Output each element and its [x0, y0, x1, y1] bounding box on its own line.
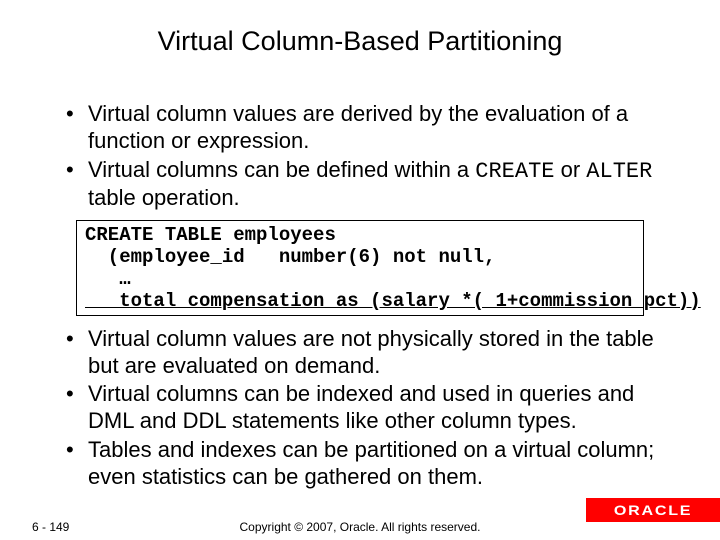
slide: Virtual Column-Based Partitioning Virtua… [0, 0, 720, 540]
bullets-top: Virtual column values are derived by the… [40, 101, 680, 212]
copyright-text: Copyright © 2007, Oracle. All rights res… [0, 520, 720, 534]
bullet-item: Virtual column values are not physically… [66, 326, 680, 380]
slide-footer: ORACLE 6 - 149 Copyright © 2007, Oracle.… [0, 506, 720, 540]
slide-content: Virtual column values are derived by the… [0, 67, 720, 491]
bullet-item: Virtual columns can be indexed and used … [66, 381, 680, 435]
bullet-text: Virtual column values are derived by the… [88, 101, 628, 153]
bullet-item: Virtual column values are derived by the… [66, 101, 680, 155]
bullet-item: Tables and indexes can be partitioned on… [66, 437, 680, 491]
bullet-text: Virtual columns can be indexed and used … [88, 381, 634, 433]
code-block: CREATE TABLE employees (employee_id numb… [76, 220, 644, 315]
slide-title: Virtual Column-Based Partitioning [0, 0, 720, 67]
bullet-text: Tables and indexes can be partitioned on… [88, 437, 654, 489]
inline-code: CREATE [475, 159, 554, 184]
bullet-text: Virtual column values are not physically… [88, 326, 654, 378]
code-line: … [85, 268, 131, 290]
oracle-logo: ORACLE [614, 502, 692, 518]
code-line-emphasis: total_compensation as (salary *( 1+commi… [85, 290, 701, 312]
code-line: CREATE TABLE employees [85, 224, 336, 246]
bullet-text: or [555, 157, 587, 182]
inline-code: ALTER [586, 159, 652, 184]
code-line: (employee_id number(6) not null, [85, 246, 495, 268]
bullet-text: Virtual columns can be defined within a [88, 157, 475, 182]
bullet-text: table operation. [88, 185, 240, 210]
bullet-item: Virtual columns can be defined within a … [66, 157, 680, 213]
brand-bar: ORACLE [586, 498, 720, 522]
bullets-bottom: Virtual column values are not physically… [40, 326, 680, 491]
